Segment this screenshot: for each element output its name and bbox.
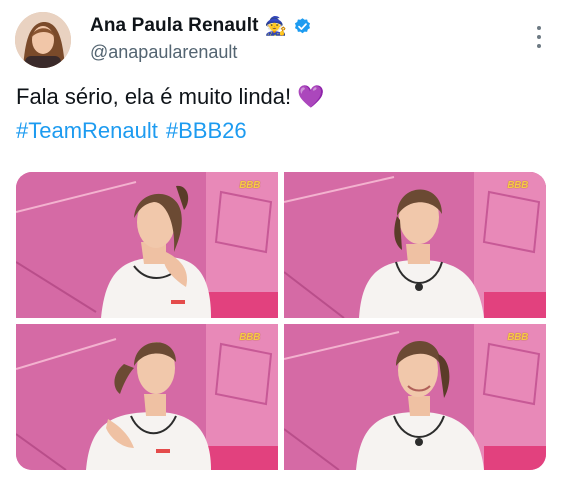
- purple-heart-emoji: 💜: [297, 84, 325, 109]
- bbb-watermark: BBB: [507, 332, 528, 343]
- media-grid: BBB BBB BBB BBB: [16, 172, 546, 470]
- media-photo-1[interactable]: BBB: [16, 172, 278, 318]
- wizard-emoji: 🧙: [264, 16, 287, 36]
- media-photo-3[interactable]: BBB: [16, 324, 278, 470]
- verified-badge-icon: [294, 17, 310, 33]
- hashtag-row: #TeamRenault #BBB26: [16, 116, 247, 146]
- bbb-watermark: BBB: [239, 332, 260, 343]
- bbb-watermark: BBB: [239, 180, 260, 191]
- author-name-row: Ana Paula Renault 🧙: [90, 13, 312, 39]
- hashtag-teamrenault[interactable]: #TeamRenault: [16, 116, 158, 146]
- author-display-name[interactable]: Ana Paula Renault: [90, 15, 259, 37]
- bbb-watermark: BBB: [507, 180, 528, 191]
- media-photo-4[interactable]: BBB: [284, 324, 546, 470]
- tweet-text: Fala sério, ela é muito linda! 💜: [16, 82, 325, 112]
- hashtag-bbb26[interactable]: #BBB26: [166, 116, 247, 146]
- author-handle[interactable]: @anapaularenault: [90, 42, 237, 63]
- tweet-text-content: Fala sério, ela é muito linda!: [16, 84, 292, 109]
- tweet-card[interactable]: Ana Paula Renault 🧙 @anapaularenault Fal…: [0, 0, 562, 480]
- avatar[interactable]: [15, 12, 71, 68]
- more-options-icon[interactable]: [536, 26, 542, 48]
- dot: [537, 35, 541, 39]
- dot: [537, 44, 541, 48]
- media-photo-2[interactable]: BBB: [284, 172, 546, 318]
- dot: [537, 26, 541, 30]
